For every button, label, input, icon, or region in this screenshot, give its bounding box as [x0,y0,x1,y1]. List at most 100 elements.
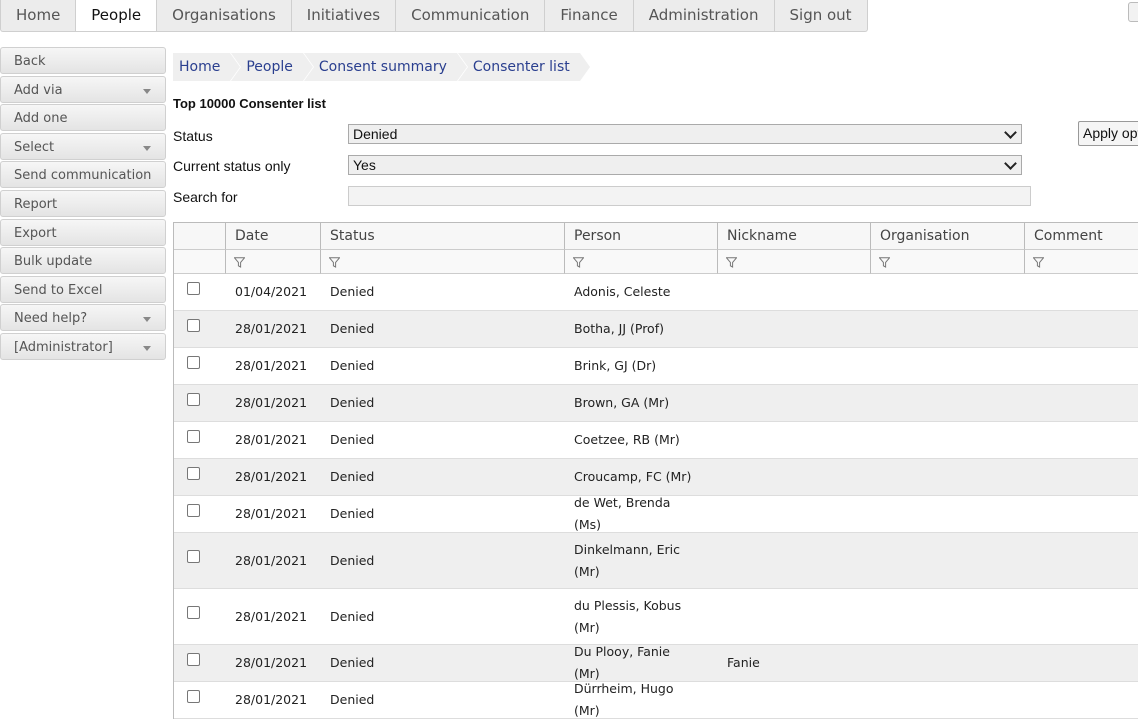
cell-status: Denied [330,284,375,299]
row-checkbox[interactable] [187,430,200,443]
column-header-person[interactable]: Person [565,223,718,250]
cell-person: Dürrheim, Hugo (Mr) [574,681,674,718]
row-checkbox[interactable] [187,690,200,703]
sidemenu-item-send-communication[interactable]: Send communication [0,161,166,189]
cell-person: de Wet, Brenda (Ms) [574,495,671,532]
cell-person: Dinkelmann, Eric (Mr) [574,541,680,579]
nav-tab-people[interactable]: People [76,0,158,31]
filter-icon[interactable] [573,257,584,268]
cell-comment [1025,682,1138,718]
sidemenu-item-export[interactable]: Export [0,218,166,246]
row-checkbox[interactable] [187,550,200,563]
row-checkbox[interactable] [187,504,200,517]
cell-nickname [718,385,871,421]
filter-cell-date[interactable] [226,250,321,274]
row-checkbox-cell [174,385,226,421]
apply-options-button[interactable]: Apply options [1078,121,1138,146]
row-checkbox[interactable] [187,356,200,369]
column-header-comment[interactable]: Comment [1025,223,1138,250]
cell-person: Brink, GJ (Dr) [574,358,657,373]
filter-cell-nickname[interactable] [718,250,871,274]
table-row[interactable]: 28/01/2021 Denied Coetzee, RB (Mr) [174,422,1138,459]
table-row[interactable]: 28/01/2021 Denied Croucamp, FC (Mr) [174,459,1138,496]
nav-tab-organisations[interactable]: Organisations [157,0,292,31]
breadcrumb-consent-summary[interactable]: Consent summary [303,53,468,81]
cell-status: Denied [330,321,375,336]
table-row[interactable]: 28/01/2021 Denied Du Plooy, Fanie (Mr) Fani… [174,644,1138,682]
table-row[interactable]: 28/01/2021 Denied Dinkelmann, Eric (Mr) [174,533,1138,589]
cell-nickname [718,348,871,384]
nav-tab-sign-out[interactable]: Sign out [775,0,867,31]
current-status-select[interactable]: Yes [348,155,1022,175]
cell-status: Denied [330,692,375,707]
cell-organisation [871,385,1025,421]
nav-tab-home[interactable]: Home [1,0,77,31]
cell-nickname: Fanie [727,655,760,670]
sidemenu-item-bulk-update[interactable]: Bulk update [0,247,166,275]
nav-tab-communication[interactable]: Communication [396,0,546,31]
breadcrumb-people[interactable]: People [231,53,314,81]
filter-icon[interactable] [879,257,890,268]
filter-icon[interactable] [234,257,245,268]
cell-person: Du Plooy, Fanie (Mr) [574,644,670,681]
sidemenu-item-select[interactable]: Select [0,132,166,160]
filter-icon[interactable] [726,257,737,268]
filter-cell-organisation[interactable] [871,250,1025,274]
column-header-organisation[interactable]: Organisation [871,223,1025,250]
row-checkbox-cell [174,682,226,718]
search-input[interactable] [348,186,1031,206]
chevron-down-icon [1004,126,1017,139]
table-row[interactable]: 28/01/2021 Denied du Plessis, Kobus (Mr) [174,589,1138,645]
cell-status: Denied [330,469,375,484]
row-checkbox-cell [174,311,226,347]
cell-status: Denied [330,432,375,447]
table-row[interactable]: 28/01/2021 Denied Brown, GA (Mr) [174,385,1138,422]
filter-cell-status[interactable] [321,250,565,274]
cell-organisation [871,311,1025,347]
sidemenu-item-add-one[interactable]: Add one [0,104,166,132]
row-checkbox[interactable] [187,606,200,619]
filter-icon[interactable] [329,257,340,268]
table-row[interactable]: 28/01/2021 Denied de Wet, Brenda (Ms) [174,495,1138,533]
cell-date: 28/01/2021 [235,655,308,670]
cell-nickname [718,589,871,644]
table-row[interactable]: 28/01/2021 Denied Brink, GJ (Dr) [174,348,1138,385]
corner-button[interactable] [1128,2,1138,22]
table-row[interactable]: 28/01/2021 Denied Botha, JJ (Prof) [174,311,1138,348]
sidemenu-item-report[interactable]: Report [0,189,166,217]
sidemenu-item-back[interactable]: Back [0,47,166,74]
nav-tab-administration[interactable]: Administration [634,0,775,31]
column-header-nickname[interactable]: Nickname [718,223,871,250]
column-header-date[interactable]: Date [226,223,321,250]
row-checkbox[interactable] [187,467,200,480]
cell-comment [1025,348,1138,384]
sidemenu-item-label: Add via [14,82,63,98]
breadcrumb-home[interactable]: Home [173,53,242,81]
row-checkbox[interactable] [187,393,200,406]
nav-tab-finance[interactable]: Finance [545,0,634,31]
filter-cell-comment[interactable] [1025,250,1138,274]
cell-person: Croucamp, FC (Mr) [574,469,692,484]
column-header-status[interactable]: Status [321,223,565,250]
nav-tab-initiatives[interactable]: Initiatives [292,0,397,31]
status-select[interactable]: Denied [348,124,1022,144]
list-title: Top 10000 Consenter list [173,96,326,111]
consenter-table: Date Status Person Nickname Organisation Comm… [173,222,1138,719]
filter-icon[interactable] [1033,257,1044,268]
sidemenu-item-send-to-excel[interactable]: Send to Excel [0,275,166,303]
table-row[interactable]: 28/01/2021 Denied Dürrheim, Hugo (Mr) [174,681,1138,719]
sidemenu-item-need-help[interactable]: Need help? [0,304,166,332]
breadcrumb-consenter-list[interactable]: Consenter list [457,53,591,81]
sidemenu-item-add-via[interactable]: Add via [0,75,166,103]
sidemenu-item-label: Select [14,139,55,155]
cell-organisation [871,496,1025,532]
breadcrumb: Home People Consent summary Consenter list [173,53,591,81]
table-row[interactable]: 01/04/2021 Denied Adonis, Celeste [174,274,1138,311]
sidemenu-item-administrator[interactable]: [Administrator] [0,332,166,360]
row-checkbox[interactable] [187,282,200,295]
cell-date: 28/01/2021 [235,692,308,707]
row-checkbox[interactable] [187,319,200,332]
filter-cell-person[interactable] [565,250,718,274]
row-checkbox[interactable] [187,653,200,666]
cell-date: 28/01/2021 [235,552,308,568]
